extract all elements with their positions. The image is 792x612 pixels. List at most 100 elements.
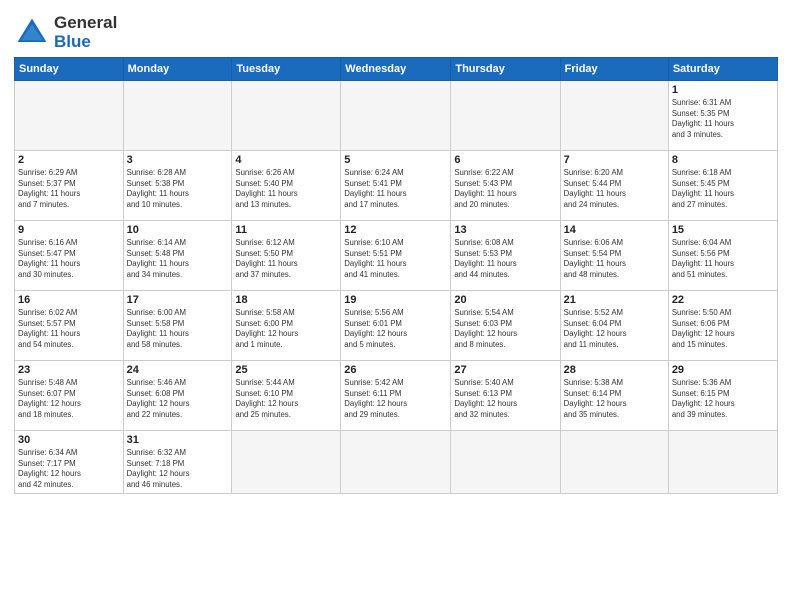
day-number: 12 <box>344 224 447 236</box>
calendar-cell <box>560 81 668 151</box>
calendar-cell: 9Sunrise: 6:16 AM Sunset: 5:47 PM Daylig… <box>15 221 124 291</box>
day-info: Sunrise: 5:58 AM Sunset: 6:00 PM Dayligh… <box>235 308 337 350</box>
day-info: Sunrise: 6:31 AM Sunset: 5:35 PM Dayligh… <box>672 98 774 140</box>
calendar-week-1: 1 Sunrise: 6:31 AM Sunset: 5:35 PM Daylig… <box>15 81 778 151</box>
day-info: Sunrise: 6:32 AM Sunset: 7:18 PM Dayligh… <box>127 448 229 490</box>
calendar-cell <box>341 431 451 494</box>
day-info: Sunrise: 6:20 AM Sunset: 5:44 PM Dayligh… <box>564 168 665 210</box>
calendar-cell: 29Sunrise: 5:36 AM Sunset: 6:15 PM Dayli… <box>668 361 777 431</box>
day-number: 20 <box>454 294 556 306</box>
day-number: 13 <box>454 224 556 236</box>
day-info: Sunrise: 6:10 AM Sunset: 5:51 PM Dayligh… <box>344 238 447 280</box>
day-info: Sunrise: 5:46 AM Sunset: 6:08 PM Dayligh… <box>127 378 229 420</box>
calendar-week-6: 30 Sunrise: 6:34 AM Sunset: 7:17 PM Dayli… <box>15 431 778 494</box>
page: General Blue SundayMondayTuesdayWednesda… <box>0 0 792 612</box>
day-info: Sunrise: 6:02 AM Sunset: 5:57 PM Dayligh… <box>18 308 120 350</box>
weekday-header-saturday: Saturday <box>668 58 777 81</box>
day-info: Sunrise: 6:12 AM Sunset: 5:50 PM Dayligh… <box>235 238 337 280</box>
day-info: Sunrise: 5:48 AM Sunset: 6:07 PM Dayligh… <box>18 378 120 420</box>
calendar-week-5: 23 Sunrise: 5:48 AM Sunset: 6:07 PM Dayli… <box>15 361 778 431</box>
calendar-cell: 27 Sunrise: 5:40 AM Sunset: 6:13 PM Dayli… <box>451 361 560 431</box>
day-number: 6 <box>454 154 556 166</box>
logo: General Blue <box>14 14 117 51</box>
day-number: 10 <box>127 224 229 236</box>
day-info: Sunrise: 5:56 AM Sunset: 6:01 PM Dayligh… <box>344 308 447 350</box>
day-info: Sunrise: 6:24 AM Sunset: 5:41 PM Dayligh… <box>344 168 447 210</box>
day-number: 11 <box>235 224 337 236</box>
day-info: Sunrise: 6:28 AM Sunset: 5:38 PM Dayligh… <box>127 168 229 210</box>
day-number: 24 <box>127 364 229 376</box>
logo-icon <box>14 15 50 51</box>
calendar-header: SundayMondayTuesdayWednesdayThursdayFrid… <box>15 58 778 81</box>
calendar-cell: 14Sunrise: 6:06 AM Sunset: 5:54 PM Dayli… <box>560 221 668 291</box>
calendar-cell: 20 Sunrise: 5:54 AM Sunset: 6:03 PM Dayli… <box>451 291 560 361</box>
calendar-week-3: 9Sunrise: 6:16 AM Sunset: 5:47 PM Daylig… <box>15 221 778 291</box>
day-number: 22 <box>672 294 774 306</box>
day-number: 28 <box>564 364 665 376</box>
logo-text: General Blue <box>54 14 117 51</box>
calendar-cell: 31 Sunrise: 6:32 AM Sunset: 7:18 PM Dayli… <box>123 431 232 494</box>
day-number: 8 <box>672 154 774 166</box>
day-number: 2 <box>18 154 120 166</box>
calendar-cell: 25 Sunrise: 5:44 AM Sunset: 6:10 PM Dayli… <box>232 361 341 431</box>
weekday-header-wednesday: Wednesday <box>341 58 451 81</box>
day-info: Sunrise: 5:44 AM Sunset: 6:10 PM Dayligh… <box>235 378 337 420</box>
calendar-cell: 19 Sunrise: 5:56 AM Sunset: 6:01 PM Dayli… <box>341 291 451 361</box>
calendar-cell <box>560 431 668 494</box>
day-info: Sunrise: 6:18 AM Sunset: 5:45 PM Dayligh… <box>672 168 774 210</box>
day-number: 1 <box>672 84 774 96</box>
calendar-cell <box>15 81 124 151</box>
day-number: 3 <box>127 154 229 166</box>
day-info: Sunrise: 5:42 AM Sunset: 6:11 PM Dayligh… <box>344 378 447 420</box>
day-info: Sunrise: 6:14 AM Sunset: 5:48 PM Dayligh… <box>127 238 229 280</box>
day-info: Sunrise: 5:54 AM Sunset: 6:03 PM Dayligh… <box>454 308 556 350</box>
day-number: 5 <box>344 154 447 166</box>
calendar-cell: 3 Sunrise: 6:28 AM Sunset: 5:38 PM Daylig… <box>123 151 232 221</box>
day-info: Sunrise: 5:36 AM Sunset: 6:15 PM Dayligh… <box>672 378 774 420</box>
day-info: Sunrise: 5:50 AM Sunset: 6:06 PM Dayligh… <box>672 308 774 350</box>
calendar-cell: 30 Sunrise: 6:34 AM Sunset: 7:17 PM Dayli… <box>15 431 124 494</box>
day-info: Sunrise: 5:38 AM Sunset: 6:14 PM Dayligh… <box>564 378 665 420</box>
calendar-cell <box>123 81 232 151</box>
calendar-cell: 6 Sunrise: 6:22 AM Sunset: 5:43 PM Daylig… <box>451 151 560 221</box>
calendar-cell <box>232 431 341 494</box>
day-info: Sunrise: 6:29 AM Sunset: 5:37 PM Dayligh… <box>18 168 120 210</box>
day-number: 27 <box>454 364 556 376</box>
weekday-header-tuesday: Tuesday <box>232 58 341 81</box>
day-info: Sunrise: 6:34 AM Sunset: 7:17 PM Dayligh… <box>18 448 120 490</box>
day-number: 30 <box>18 434 120 446</box>
calendar-cell: 18 Sunrise: 5:58 AM Sunset: 6:00 PM Dayli… <box>232 291 341 361</box>
calendar-cell: 21Sunrise: 5:52 AM Sunset: 6:04 PM Dayli… <box>560 291 668 361</box>
day-number: 14 <box>564 224 665 236</box>
day-info: Sunrise: 6:04 AM Sunset: 5:56 PM Dayligh… <box>672 238 774 280</box>
calendar-cell: 28 Sunrise: 5:38 AM Sunset: 6:14 PM Dayli… <box>560 361 668 431</box>
calendar-cell: 17Sunrise: 6:00 AM Sunset: 5:58 PM Dayli… <box>123 291 232 361</box>
calendar-cell <box>668 431 777 494</box>
calendar: SundayMondayTuesdayWednesdayThursdayFrid… <box>14 57 778 494</box>
calendar-cell: 15 Sunrise: 6:04 AM Sunset: 5:56 PM Dayli… <box>668 221 777 291</box>
day-number: 18 <box>235 294 337 306</box>
day-number: 25 <box>235 364 337 376</box>
calendar-cell: 4Sunrise: 6:26 AM Sunset: 5:40 PM Daylig… <box>232 151 341 221</box>
calendar-cell: 8 Sunrise: 6:18 AM Sunset: 5:45 PM Daylig… <box>668 151 777 221</box>
calendar-cell <box>451 81 560 151</box>
day-number: 17 <box>127 294 229 306</box>
day-info: Sunrise: 6:22 AM Sunset: 5:43 PM Dayligh… <box>454 168 556 210</box>
day-number: 31 <box>127 434 229 446</box>
header: General Blue <box>14 10 778 51</box>
calendar-cell: 10 Sunrise: 6:14 AM Sunset: 5:48 PM Dayli… <box>123 221 232 291</box>
day-info: Sunrise: 5:40 AM Sunset: 6:13 PM Dayligh… <box>454 378 556 420</box>
day-number: 15 <box>672 224 774 236</box>
day-info: Sunrise: 6:16 AM Sunset: 5:47 PM Dayligh… <box>18 238 120 280</box>
calendar-cell: 16Sunrise: 6:02 AM Sunset: 5:57 PM Dayli… <box>15 291 124 361</box>
calendar-week-2: 2 Sunrise: 6:29 AM Sunset: 5:37 PM Daylig… <box>15 151 778 221</box>
calendar-cell: 23 Sunrise: 5:48 AM Sunset: 6:07 PM Dayli… <box>15 361 124 431</box>
day-number: 19 <box>344 294 447 306</box>
weekday-header-friday: Friday <box>560 58 668 81</box>
day-number: 23 <box>18 364 120 376</box>
calendar-cell <box>232 81 341 151</box>
calendar-cell <box>341 81 451 151</box>
calendar-body: 1 Sunrise: 6:31 AM Sunset: 5:35 PM Daylig… <box>15 81 778 494</box>
day-info: Sunrise: 6:08 AM Sunset: 5:53 PM Dayligh… <box>454 238 556 280</box>
calendar-cell: 12 Sunrise: 6:10 AM Sunset: 5:51 PM Dayli… <box>341 221 451 291</box>
